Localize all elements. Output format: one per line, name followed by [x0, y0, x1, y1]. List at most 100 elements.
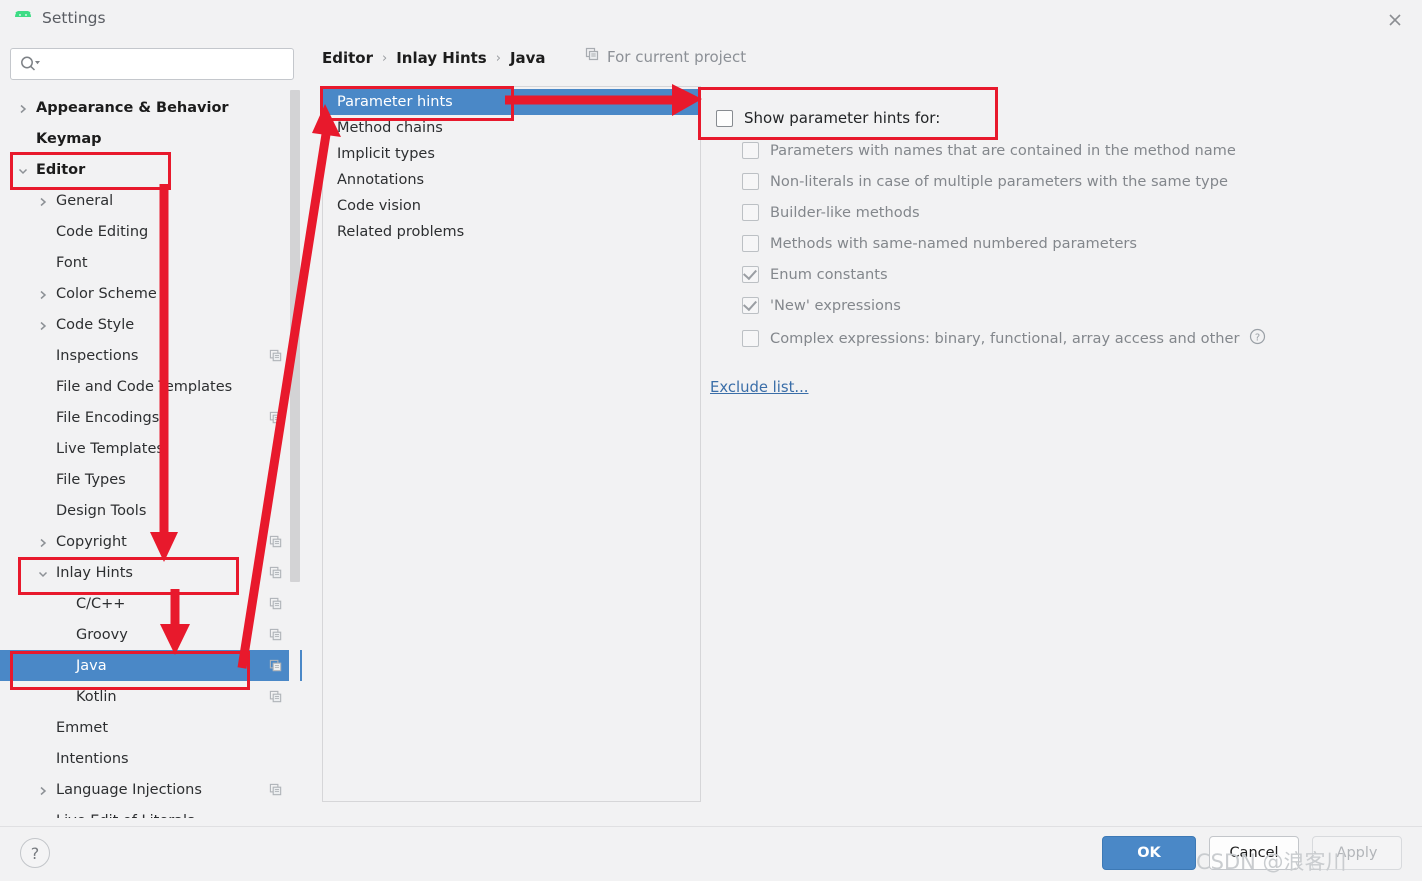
hint-kind-label: Parameter hints [337, 94, 453, 110]
option-label: Show parameter hints for: [744, 109, 941, 127]
apply-button[interactable]: Apply [1312, 836, 1402, 870]
breadcrumb-item[interactable]: Editor [322, 49, 373, 67]
sidebar-item-language-injections[interactable]: Language Injections [0, 774, 302, 805]
option-label: Builder-like methods [770, 204, 920, 221]
sidebar-item-general[interactable]: General [0, 185, 302, 216]
copy-scope-icon[interactable] [269, 628, 283, 642]
sidebar-item-appearance-behavior[interactable]: Appearance & Behavior [0, 92, 302, 123]
sidebar-scrollbar-thumb[interactable] [290, 90, 300, 582]
sidebar-item-file-types[interactable]: File Types [0, 464, 302, 495]
sidebar-item-label: Code Style [56, 316, 135, 333]
sidebar-item-code-style[interactable]: Code Style [0, 309, 302, 340]
hint-kind-item-parameter-hints[interactable]: Parameter hints [323, 89, 698, 115]
chevron-down-icon[interactable] [38, 567, 52, 581]
cancel-button[interactable]: Cancel [1209, 836, 1299, 870]
exclude-list-link[interactable]: Exclude list... [710, 379, 809, 396]
show-parameter-hints-checkbox[interactable]: Show parameter hints for: [716, 109, 940, 127]
copy-scope-icon[interactable] [269, 597, 283, 611]
sidebar-item-java[interactable]: Java [0, 650, 302, 681]
sidebar-item-font[interactable]: Font [0, 247, 302, 278]
hint-kind-item-method-chains[interactable]: Method chains [323, 115, 698, 141]
chevron-right-icon[interactable] [38, 536, 52, 550]
search-icon [20, 55, 40, 77]
sidebar-item-keymap[interactable]: Keymap [0, 123, 302, 154]
copy-scope-icon[interactable] [269, 411, 283, 425]
hint-kind-label: Code vision [337, 198, 421, 214]
copy-scope-icon [585, 47, 600, 66]
copy-scope-icon[interactable] [269, 535, 283, 549]
chevron-right-icon[interactable] [38, 195, 52, 209]
sidebar-item-live-edit-of-literals[interactable]: Live Edit of Literals [0, 805, 302, 819]
hint-kind-list[interactable]: Parameter hints Method chains Implicit typ… [322, 86, 701, 802]
sidebar-item-label: Copyright [56, 533, 127, 550]
hint-kind-item-related-problems[interactable]: Related problems [323, 219, 698, 245]
sidebar-item-editor[interactable]: Editor [0, 154, 302, 185]
sidebar-item-color-scheme[interactable]: Color Scheme [0, 278, 302, 309]
checkbox-unchecked[interactable] [742, 235, 759, 252]
checkbox-unchecked[interactable] [742, 142, 759, 159]
checkbox-checked[interactable] [742, 297, 759, 314]
sidebar-item-label: Design Tools [56, 502, 147, 519]
copy-scope-icon[interactable] [269, 566, 283, 580]
close-icon[interactable] [1382, 8, 1408, 32]
sidebar-item-label: Java [76, 657, 107, 674]
sidebar-item-inlay-hints[interactable]: Inlay Hints [0, 557, 302, 588]
option-row[interactable]: 'New' expressions [742, 297, 901, 314]
sidebar-item-label: C/C++ [76, 595, 126, 612]
option-row[interactable]: Parameters with names that are contained… [742, 142, 1236, 159]
breadcrumb-item[interactable]: Inlay Hints [396, 49, 487, 67]
option-row[interactable]: Builder-like methods [742, 204, 920, 221]
sidebar-item-intentions[interactable]: Intentions [0, 743, 302, 774]
option-label: Methods with same-named numbered paramet… [770, 235, 1138, 252]
chevron-right-icon[interactable] [38, 784, 52, 798]
option-row[interactable]: Complex expressions: binary, functional,… [742, 328, 1266, 349]
chevron-right-icon[interactable] [38, 288, 52, 302]
sidebar-item-live-templates[interactable]: Live Templates [0, 433, 302, 464]
option-row[interactable]: Non-literals in case of multiple paramet… [742, 173, 1228, 190]
sidebar-item-file-encodings[interactable]: File Encodings [0, 402, 302, 433]
copy-scope-icon[interactable] [269, 659, 283, 673]
sidebar-item-emmet[interactable]: Emmet [0, 712, 302, 743]
checkbox-unchecked[interactable] [742, 204, 759, 221]
sidebar-item-inspections[interactable]: Inspections [0, 340, 302, 371]
hint-kind-item-annotations[interactable]: Annotations [323, 167, 698, 193]
checkbox-unchecked[interactable] [716, 109, 733, 127]
sidebar-item-code-editing[interactable]: Code Editing [0, 216, 302, 247]
sidebar-item-file-and-code-templates[interactable]: File and Code Templates [0, 371, 302, 402]
sidebar-item-copyright[interactable]: Copyright [0, 526, 302, 557]
copy-scope-icon[interactable] [269, 690, 283, 704]
copy-scope-icon[interactable] [269, 783, 283, 797]
checkbox-unchecked[interactable] [742, 173, 759, 190]
checkbox-unchecked[interactable] [742, 330, 759, 347]
chevron-down-icon[interactable] [18, 164, 32, 178]
sidebar-item-groovy[interactable]: Groovy [0, 619, 302, 650]
settings-tree[interactable]: Appearance & Behavior Keymap Editor General… [0, 88, 302, 818]
sidebar-item-label: Kotlin [76, 688, 117, 705]
ok-button[interactable]: OK [1102, 836, 1196, 870]
breadcrumb: Editor › Inlay Hints › Java [322, 46, 546, 70]
option-row[interactable]: Enum constants [742, 266, 888, 283]
option-row[interactable]: Methods with same-named numbered paramet… [742, 235, 1137, 252]
hint-kind-item-implicit-types[interactable]: Implicit types [323, 141, 698, 167]
breadcrumb-item[interactable]: Java [510, 49, 546, 67]
hint-kind-label: Implicit types [337, 146, 435, 162]
sidebar-item-label: Color Scheme [56, 285, 157, 302]
sidebar-item-c-c[interactable]: C/C++ [0, 588, 302, 619]
chevron-right-icon[interactable] [38, 319, 52, 333]
search-box[interactable] [10, 48, 294, 80]
sidebar-item-label: Language Injections [56, 781, 202, 798]
sidebar-item-kotlin[interactable]: Kotlin [0, 681, 302, 712]
sidebar-item-design-tools[interactable]: Design Tools [0, 495, 302, 526]
checkbox-checked[interactable] [742, 266, 759, 283]
sidebar-item-label: Live Templates [56, 440, 164, 457]
help-button[interactable]: ? [20, 838, 50, 868]
hint-kind-item-code-vision[interactable]: Code vision [323, 193, 698, 219]
option-label: Complex expressions: binary, functional,… [770, 330, 1240, 347]
sidebar-item-label: Code Editing [56, 223, 149, 240]
help-circle-icon[interactable]: ? [1249, 328, 1266, 349]
option-label: Non-literals in case of multiple paramet… [770, 173, 1228, 190]
hint-kind-label: Method chains [337, 120, 443, 136]
chevron-right-icon[interactable] [18, 102, 32, 116]
search-input[interactable] [45, 49, 289, 79]
copy-scope-icon[interactable] [269, 349, 283, 363]
